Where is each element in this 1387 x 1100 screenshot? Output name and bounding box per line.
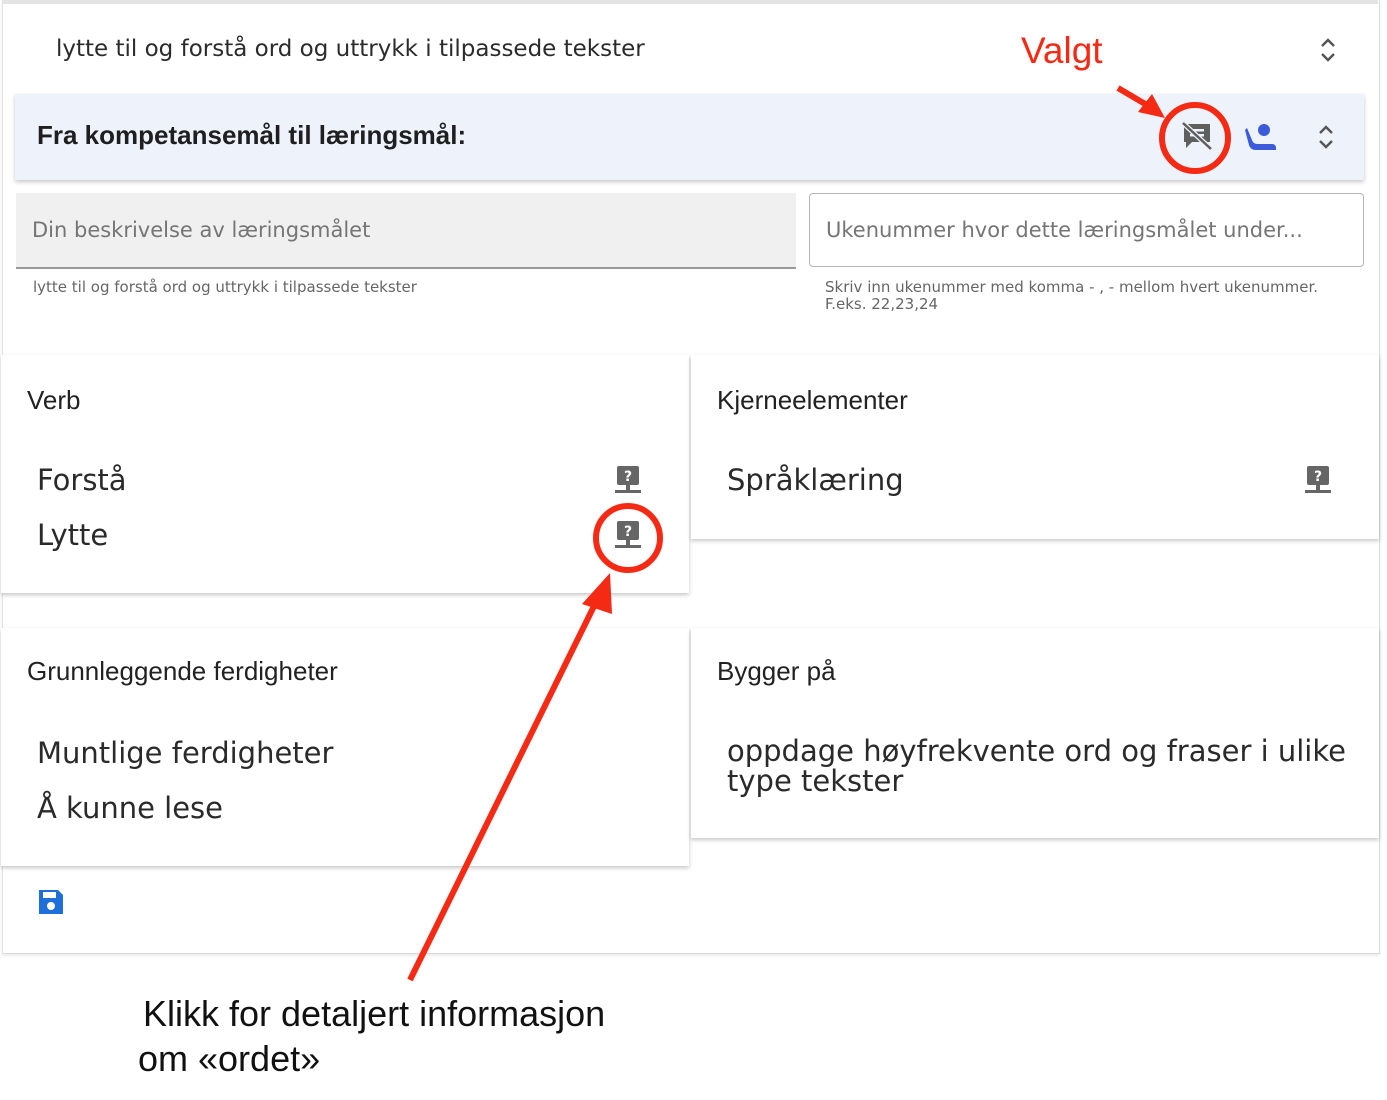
info-annotation-line1: Klikk for detaljert informasjon [143, 993, 606, 1034]
builds-on-card: Bygger på oppdage høyfrekvente ord og fr… [691, 628, 1379, 838]
help-desktop-icon[interactable]: ? [613, 465, 643, 495]
core-elements-card: Kjerneelementer Språklæring ? [691, 355, 1379, 539]
list-item: Forstå [37, 463, 127, 497]
help-desktop-icon[interactable]: ? [1303, 465, 1333, 495]
svg-text:?: ? [624, 524, 632, 540]
card-title: Verb [27, 385, 81, 415]
list-item: oppdage høyfrekvente ord og fraser i uli… [727, 734, 1346, 798]
save-icon[interactable] [37, 888, 65, 916]
info-annotation-line2: om «ordet» [138, 1038, 321, 1079]
list-item: Lytte [37, 518, 109, 552]
card-title: Bygger på [717, 656, 836, 686]
week-number-field[interactable] [809, 193, 1364, 267]
chevron-updown-icon[interactable] [1316, 34, 1340, 66]
card-title: Kjerneelementer [717, 385, 908, 415]
list-item: Å kunne lese [37, 791, 224, 825]
week-number-hint: Skriv inn ukenummer med komma - , - mell… [825, 278, 1319, 313]
chevron-updown-icon[interactable] [1314, 121, 1338, 153]
description-field[interactable] [16, 193, 796, 269]
description-hint: lytte til og forstå ord og uttrykk i til… [33, 278, 417, 296]
description-input[interactable] [16, 193, 796, 267]
valgt-annotation: Valgt [1021, 30, 1103, 71]
person-raised-hand-icon[interactable] [1244, 122, 1278, 152]
page-title: Fra kompetansemål til læringsmål: [37, 120, 467, 150]
week-number-input[interactable] [810, 194, 1363, 266]
comments-disabled-icon[interactable] [1180, 120, 1214, 152]
basic-skills-card: Grunnleggende ferdigheter Muntlige ferdi… [1, 628, 689, 866]
verb-card: Verb Forstå Lytte ? ? [1, 355, 689, 593]
competence-goal-row-text: lytte til og forstå ord og uttrykk i til… [56, 36, 645, 62]
goal-header: Fra kompetansemål til læringsmål: [15, 94, 1364, 180]
card-title: Grunnleggende ferdigheter [27, 656, 338, 686]
list-item: Språklæring [727, 463, 904, 497]
svg-text:?: ? [1314, 469, 1322, 485]
list-item: Muntlige ferdigheter [37, 736, 334, 770]
svg-text:?: ? [624, 469, 632, 485]
help-desktop-icon[interactable]: ? [613, 520, 643, 550]
